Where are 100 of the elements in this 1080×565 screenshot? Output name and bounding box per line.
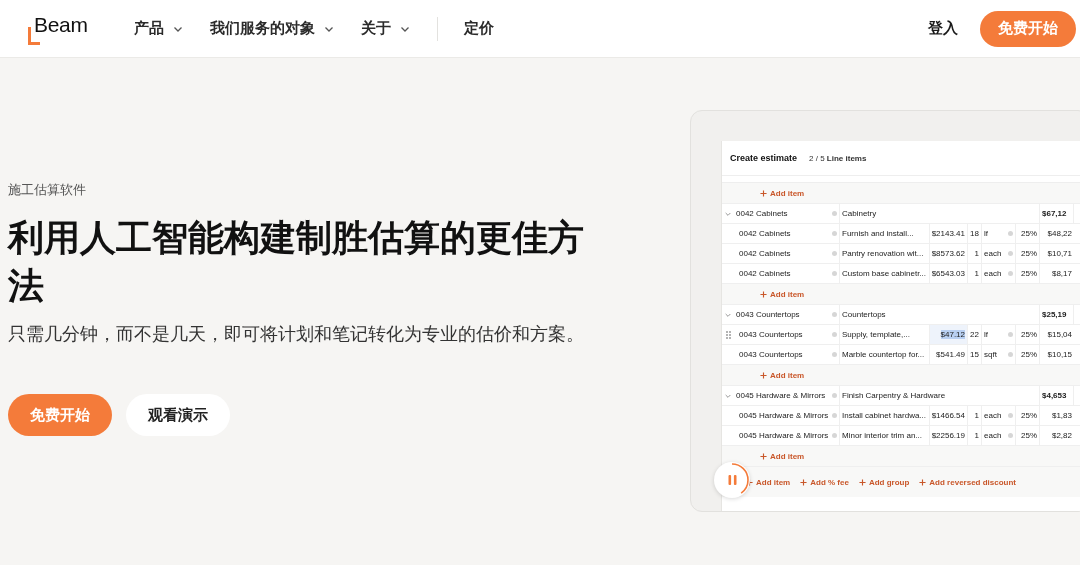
item-description: Supply, template,... — [842, 330, 910, 339]
item-description: Custom base cabinetr... — [842, 269, 927, 278]
add-action-link[interactable]: Add group — [858, 477, 910, 487]
plus-icon — [800, 478, 808, 486]
status-dot-icon — [1008, 332, 1013, 337]
item-unit: sqft — [984, 350, 997, 359]
demo-button[interactable]: 观看演示 — [126, 394, 230, 436]
eyebrow-text: 施工估算软件 — [8, 181, 87, 199]
item-markup: 25% — [1021, 330, 1037, 339]
item-quantity: 18 — [970, 229, 979, 238]
plus-icon — [760, 371, 767, 379]
nav-link[interactable]: 关于 — [360, 19, 411, 38]
unit-price: $541.49 — [936, 350, 965, 359]
item-unit: each — [984, 249, 1002, 258]
group-code: 0043 Countertops — [736, 310, 800, 319]
item-code: 0045 Hardware & Mirrors — [739, 411, 829, 420]
item-total: $15,04 — [1047, 330, 1072, 339]
login-link[interactable]: 登入 — [928, 19, 958, 38]
drag-handle-icon[interactable] — [725, 330, 731, 339]
signup-button[interactable]: 免费开始 — [980, 10, 1076, 47]
unit-price: $1466.54 — [931, 411, 965, 420]
status-dot-icon — [832, 393, 837, 398]
group-category: Finish Carpentry & Hardware — [842, 391, 946, 400]
status-dot-icon — [1008, 413, 1013, 418]
item-description: Furnish and install... — [842, 229, 914, 238]
add-item-link[interactable]: Add item — [760, 451, 805, 461]
item-total: $48,22 — [1047, 229, 1072, 238]
add-item-link[interactable]: Add item — [760, 370, 805, 380]
item-description: Install cabinet hardwa... — [842, 411, 927, 420]
item-total: $2,82 — [1051, 431, 1072, 440]
item-markup: 25% — [1021, 350, 1037, 359]
pause-icon — [727, 475, 737, 485]
item-quantity: 1 — [974, 411, 979, 420]
status-dot-icon — [832, 413, 837, 418]
item-description: Marble countertop for... — [842, 350, 925, 359]
item-quantity: 1 — [974, 249, 979, 258]
item-unit: each — [984, 411, 1002, 420]
status-dot-icon — [1008, 433, 1013, 438]
item-quantity: 1 — [974, 431, 979, 440]
add-item-link[interactable]: Add item — [760, 289, 805, 299]
item-markup: 25% — [1021, 431, 1037, 440]
unit-price: $6543.03 — [931, 269, 965, 278]
line-item-counter: 2 / 5 Line items — [809, 153, 867, 163]
nav-link[interactable]: 我们服务的对象 — [209, 19, 335, 38]
group-code: 0042 Cabinets — [736, 209, 788, 218]
add-action-link[interactable]: Add % fee — [800, 477, 849, 487]
item-markup: 25% — [1021, 269, 1037, 278]
plus-icon — [760, 290, 767, 298]
item-code: 0042 Cabinets — [739, 249, 791, 258]
item-quantity: 15 — [970, 350, 979, 359]
logo-text: Beam — [34, 12, 88, 37]
item-total: $1,83 — [1051, 411, 1072, 420]
group-total: $67,12 — [1042, 209, 1067, 218]
item-code: 0042 Cabinets — [739, 269, 791, 278]
status-dot-icon — [832, 312, 837, 317]
group-total: $4,653 — [1042, 391, 1067, 400]
group-category: Cabinetry — [842, 209, 877, 218]
item-markup: 25% — [1021, 249, 1037, 258]
item-unit: lf — [984, 330, 988, 339]
item-total: $8,17 — [1051, 269, 1072, 278]
status-dot-icon — [832, 231, 837, 236]
item-quantity: 22 — [970, 330, 979, 339]
item-quantity: 1 — [974, 269, 979, 278]
nav-link[interactable]: 定价 — [463, 19, 494, 38]
item-unit: lf — [984, 229, 988, 238]
item-total: $10,15 — [1047, 350, 1072, 359]
start-button[interactable]: 免费开始 — [8, 394, 112, 436]
unit-price: $2256.19 — [931, 431, 965, 440]
item-code: 0043 Countertops — [739, 330, 803, 339]
status-dot-icon — [832, 271, 837, 276]
add-item-link[interactable]: Add item — [760, 188, 805, 198]
group-category: Countertops — [842, 310, 886, 319]
nav-link[interactable]: 产品 — [133, 19, 184, 38]
plus-icon — [919, 478, 927, 486]
item-unit: each — [984, 431, 1002, 440]
group-total: $25,19 — [1042, 310, 1067, 319]
item-unit: each — [984, 269, 1002, 278]
hero-title: 利用人工智能构建制胜估算的更佳方法 — [8, 216, 585, 308]
item-description: Minor interior trim an... — [842, 431, 923, 440]
status-dot-icon — [1008, 352, 1013, 357]
item-total: $10,71 — [1047, 249, 1072, 258]
item-code: 0043 Countertops — [739, 350, 803, 359]
estimate-title: Create estimate — [730, 153, 798, 163]
status-dot-icon — [832, 433, 837, 438]
unit-price: $2143.41 — [931, 229, 965, 238]
status-dot-icon — [1008, 271, 1013, 276]
status-dot-icon — [832, 211, 837, 216]
plus-icon — [760, 452, 767, 460]
add-action-link[interactable]: Add reversed discount — [919, 477, 1017, 487]
unit-price: $8573.62 — [931, 249, 965, 258]
item-markup: 25% — [1021, 229, 1037, 238]
plus-icon — [858, 478, 866, 486]
item-code: 0045 Hardware & Mirrors — [739, 431, 829, 440]
plus-icon — [760, 189, 767, 197]
item-markup: 25% — [1021, 411, 1037, 420]
item-description: Pantry renovation wit... — [842, 249, 924, 258]
unit-price: $47.12 — [940, 330, 965, 339]
item-code: 0042 Cabinets — [739, 229, 791, 238]
hero-subtitle: 只需几分钟，而不是几天，即可将计划和笔记转化为专业的估价和方案。 — [8, 323, 585, 346]
status-dot-icon — [832, 352, 837, 357]
